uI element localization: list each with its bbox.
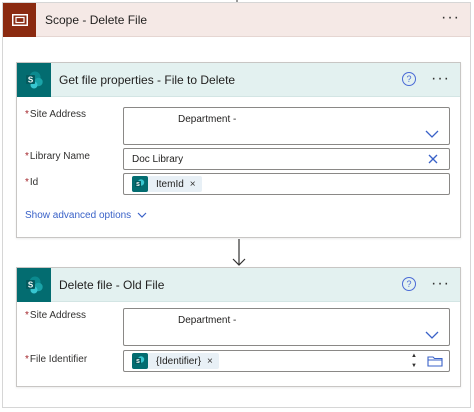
sharepoint-icon: S	[17, 268, 51, 302]
file-identifier-label: *File Identifier	[25, 354, 88, 365]
site-address-field[interactable]: Department -	[123, 308, 450, 346]
site-address-field[interactable]: Department -	[123, 107, 450, 145]
dynamic-token[interactable]: S {Identifier} ×	[132, 353, 219, 369]
scope-container: Scope - Delete File ··· S Get file prope…	[2, 2, 471, 408]
chevron-down-icon[interactable]	[425, 330, 439, 340]
id-field[interactable]: S ItemId ×	[123, 173, 450, 195]
scope-header[interactable]: Scope - Delete File ···	[3, 3, 470, 37]
library-name-value: Doc Library	[132, 154, 184, 165]
card-title: Get file properties - File to Delete	[59, 73, 236, 87]
library-name-field[interactable]: Doc Library	[123, 148, 450, 170]
spin-down-icon[interactable]: ▼	[409, 362, 419, 370]
sharepoint-icon: S	[17, 63, 51, 97]
id-label: *Id	[25, 177, 39, 188]
site-address-label: *Site Address	[25, 310, 87, 321]
chevron-down-icon	[137, 212, 147, 218]
card-more-button[interactable]: ···	[431, 275, 450, 293]
sharepoint-icon: S	[132, 176, 148, 192]
token-remove-icon[interactable]: ×	[207, 356, 213, 367]
svg-text:S: S	[28, 281, 34, 290]
help-icon[interactable]: ?	[402, 72, 416, 86]
clear-icon[interactable]	[427, 153, 439, 165]
action-card-delete-file: S Delete file - Old File ? ··· *Site Add…	[16, 267, 461, 387]
dynamic-token[interactable]: S ItemId ×	[132, 176, 202, 192]
file-identifier-field[interactable]: S {Identifier} × ▲ ▼	[123, 350, 450, 372]
card-header[interactable]: S Delete file - Old File ? ···	[17, 268, 460, 302]
token-label: ItemId	[156, 178, 184, 190]
scope-icon	[3, 3, 36, 37]
card-more-button[interactable]: ···	[431, 70, 450, 88]
library-name-label: *Library Name	[25, 151, 90, 162]
card-title: Delete file - Old File	[59, 278, 165, 292]
site-address-value: Department -	[178, 315, 237, 326]
site-address-value: Department -	[178, 114, 237, 125]
arrow-down-icon	[232, 239, 246, 266]
card-header[interactable]: S Get file properties - File to Delete ?…	[17, 63, 460, 97]
spin-up-icon[interactable]: ▲	[409, 352, 419, 360]
token-remove-icon[interactable]: ×	[190, 179, 196, 190]
show-advanced-options-link[interactable]: Show advanced options	[25, 210, 147, 221]
chevron-down-icon[interactable]	[425, 129, 439, 139]
help-icon[interactable]: ?	[402, 277, 416, 291]
token-label: {Identifier}	[156, 355, 202, 367]
scope-more-button[interactable]: ···	[441, 9, 460, 27]
action-card-get-file-properties: S Get file properties - File to Delete ?…	[16, 62, 461, 238]
scroll-spinner[interactable]: ▲ ▼	[409, 352, 419, 370]
scope-title: Scope - Delete File	[45, 13, 148, 27]
svg-text:S: S	[136, 359, 140, 365]
sharepoint-icon: S	[132, 353, 148, 369]
folder-icon[interactable]	[427, 355, 443, 367]
site-address-label: *Site Address	[25, 109, 87, 120]
svg-text:S: S	[136, 182, 140, 188]
svg-text:S: S	[28, 76, 34, 85]
